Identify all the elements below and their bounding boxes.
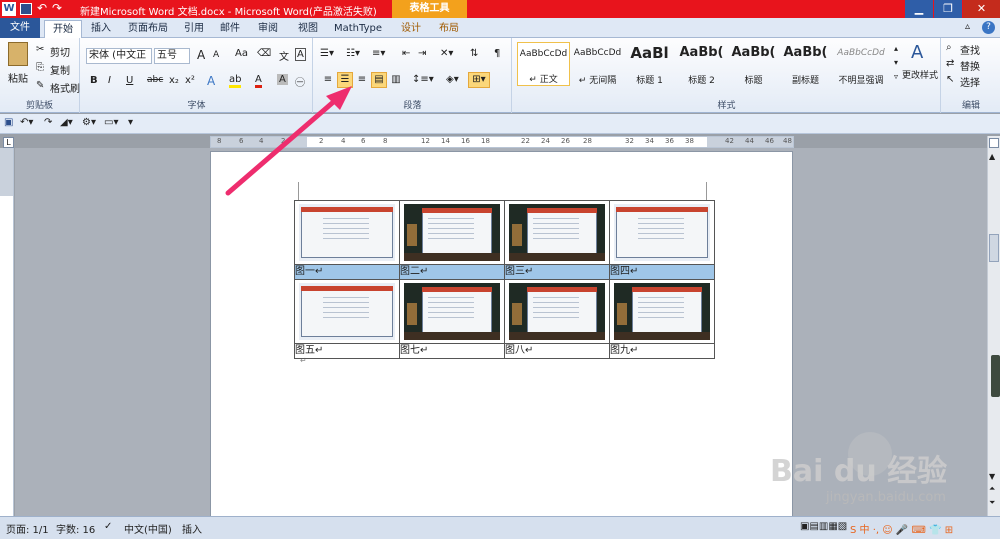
view-buttons[interactable]: ▣▤▥▦▧ bbox=[800, 521, 847, 532]
watermark-url: jingyan.baidu.com bbox=[826, 490, 946, 505]
ime-toolbar[interactable]: S 中 ·, ☺ 🎤 ⌨ 👕 ⊞ bbox=[850, 521, 953, 536]
baidu-watermark: Bai du 经验 jingyan.baidu.com bbox=[770, 432, 980, 512]
word-count[interactable]: 字数: 16 bbox=[56, 521, 95, 536]
proofing-icon[interactable]: ✓ bbox=[104, 521, 112, 532]
watermark-logo-text: Bai du 经验 bbox=[770, 454, 948, 489]
language-indicator[interactable]: 中文(中国) bbox=[124, 521, 172, 536]
insert-mode[interactable]: 插入 bbox=[182, 521, 202, 536]
page-count[interactable]: 页面: 1/1 bbox=[6, 521, 49, 536]
status-bar: 页面: 1/1 字数: 16 ✓ 中文(中国) 插入 ▣▤▥▦▧ S 中 ·, … bbox=[0, 516, 1000, 539]
